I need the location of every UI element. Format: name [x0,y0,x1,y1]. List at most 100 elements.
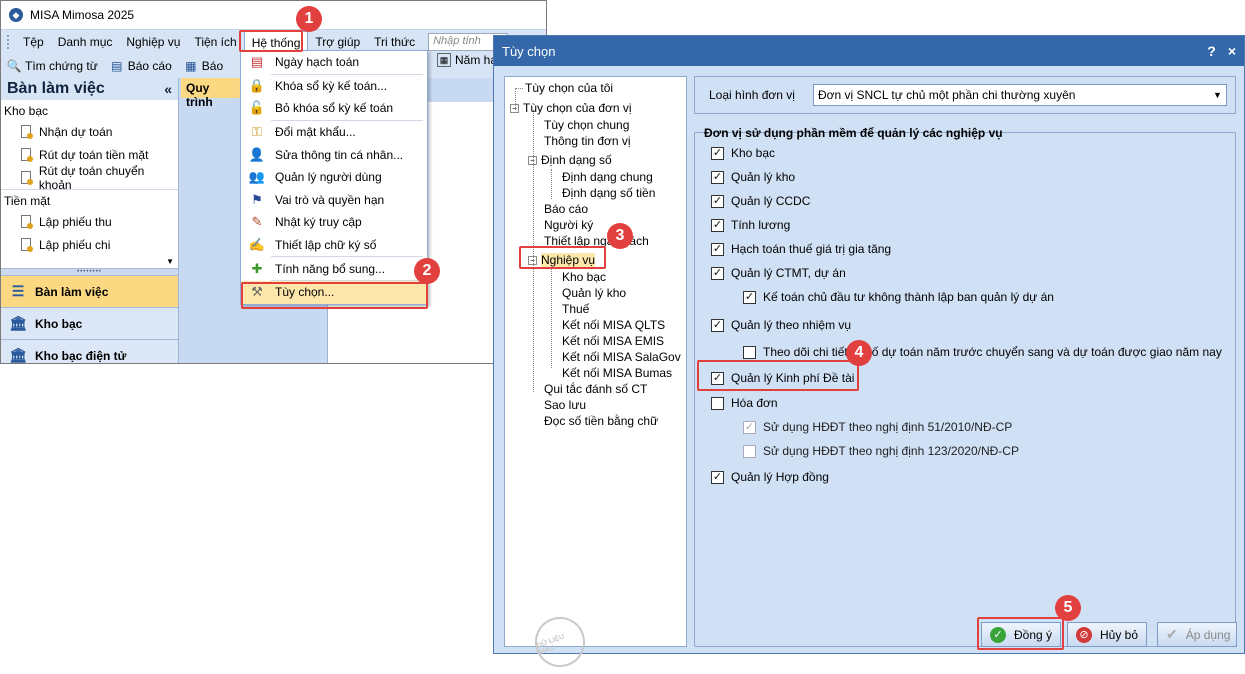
option-ccdc[interactable]: ✓ Quản lý CCDC [711,194,810,208]
close-icon[interactable]: × [1228,43,1236,59]
tree-item-budget-setup[interactable]: Thiết lập ngân sách [544,234,649,248]
option-budget-detail[interactable]: Theo dõi chi tiết từ số dự toán năm trướ… [743,345,1222,359]
panel-splitter[interactable]: •••••••• [1,268,178,276]
option-vat[interactable]: ✓ Hạch toán thuế giá trị gia tăng [711,242,891,256]
option-invoice[interactable]: Hóa đơn [711,396,778,410]
option-warehouse[interactable]: ✓ Quản lý kho [711,170,795,184]
scroll-down-icon[interactable]: ▼ [166,257,174,266]
checkbox[interactable]: ✓ [711,371,724,385]
tree-item-salagov[interactable]: Kết nối MISA SalaGov [562,350,681,364]
list-item[interactable]: Lập phiếu chi [1,233,178,256]
menu-item-roles[interactable]: ⚑ Vai trò và quyền hạn [241,189,427,212]
role-icon: ⚑ [251,191,263,207]
menu-item-options[interactable]: ⚒ Tùy chọn... [241,280,427,304]
tree-item-money-format[interactable]: Định dạng số tiền [562,186,655,200]
year-button[interactable]: ▦ Năm hạ [437,53,497,67]
ok-button[interactable]: ✓ Đồng ý [981,622,1061,647]
tree-item-signer[interactable]: Người ký [544,218,593,232]
checkbox[interactable]: ✓ [743,290,756,304]
checkbox: ✓ [743,420,756,434]
report-list-button[interactable]: ▦ Báo [184,59,223,73]
tree-item-numbering[interactable]: Qui tắc đánh số CT [544,382,647,396]
option-label: Sử dụng HĐĐT theo nghị định 51/2010/NĐ-C… [763,420,1013,434]
check-circle-icon: ✓ [990,626,1006,643]
checkbox[interactable]: ✓ [711,194,724,208]
option-label: Kế toán chủ đầu tư không thành lập ban q… [763,290,1054,304]
option-ctmt-project[interactable]: ✓ Quản lý CTMT, dự án [711,266,846,280]
nav-e-treasury[interactable]: 🏛 Kho bạc điện tử [1,340,178,363]
tree-item-warehouse[interactable]: Quản lý kho [562,286,626,300]
checkbox[interactable]: ✓ [711,242,724,256]
sample-data-stamp: DỮ LIỆU MẪU [527,609,593,674]
option-einvoice-123: Sử dụng HĐĐT theo nghị định 123/2020/NĐ-… [743,444,1019,458]
menu-item-digital-signature[interactable]: ✍ Thiết lập chữ ký số [241,234,427,257]
menu-item-label: Thiết lập chữ ký số [275,238,377,253]
menu-item-label: Tính năng bổ sung... [275,261,386,276]
checkbox[interactable]: ✓ [711,266,724,280]
menu-item-access-log[interactable]: ✎ Nhật ký truy cập [241,211,427,234]
menu-item-posting-date[interactable]: ▤ Ngày hạch toán [241,51,427,74]
menu-catalog[interactable]: Danh mục [51,31,120,53]
option-investor-accounting[interactable]: ✓ Kế toán chủ đầu tư không thành lập ban … [743,290,1054,304]
menu-item-addons[interactable]: ✚ Tính năng bổ sung... [241,257,427,280]
menu-file[interactable]: Tệp [16,31,51,53]
tree-item-treasury[interactable]: Kho bạc [562,270,606,284]
nav-treasury[interactable]: 🏛 Kho bạc [1,308,178,340]
tree-item-operations[interactable]: − Nghiệp vụ [528,253,596,267]
checkbox[interactable]: ✓ [711,218,724,232]
checkbox[interactable]: ✓ [711,318,724,332]
checkbox[interactable] [711,396,724,410]
tree-item-qlts[interactable]: Kết nối MISA QLTS [562,318,665,332]
checkbox[interactable] [743,345,756,359]
e-treasury-icon: 🏛 [9,347,27,363]
report-button[interactable]: ▤ Báo cáo [110,59,172,73]
grip-handle[interactable] [7,34,13,49]
cancel-button[interactable]: ⊘ Hủy bỏ [1067,622,1147,647]
list-item[interactable]: Lập phiếu thu [1,210,178,233]
collapse-toggle-icon[interactable]: − [528,256,537,265]
option-payroll[interactable]: ✓ Tính lương [711,218,790,232]
tree-item-bumas[interactable]: Kết nối MISA Bumas [562,366,672,380]
collapse-toggle-icon[interactable]: − [528,156,537,165]
menu-operations[interactable]: Nghiệp vụ [119,31,187,53]
option-einvoice-51: ✓ Sử dụng HĐĐT theo nghị định 51/2010/NĐ-… [743,420,1012,434]
tree-item-report[interactable]: Báo cáo [544,202,588,216]
menu-item-lock-period[interactable]: 🔒 Khóa sổ kỳ kế toán... [241,75,427,98]
unit-type-select[interactable]: Đơn vị SNCL tự chủ một phần chi thường x… [812,84,1227,106]
app-title: MISA Mimosa 2025 [30,8,135,22]
menu-item-change-password[interactable]: ⚿ Đổi mật khẩu... [241,121,427,144]
chevron-down-icon[interactable]: ▼ [1213,90,1222,100]
checkbox[interactable]: ✓ [711,146,724,160]
tree-item-unit-info[interactable]: Thông tin đơn vị [544,134,631,148]
option-treasury[interactable]: ✓ Kho bạc [711,146,775,160]
menu-item-unlock-period[interactable]: 🔓 Bỏ khóa sổ kỳ kế toán [241,97,427,120]
option-task-management[interactable]: ✓ Quản lý theo nhiệm vụ [711,318,851,332]
tree-item-unit-options[interactable]: − Tùy chọn của đơn vị [510,101,632,115]
tree-item-general[interactable]: Tùy chọn chung [544,118,629,132]
menu-item-user-management[interactable]: 👥 Quản lý người dùng [241,166,427,189]
tree-item-my-options[interactable]: Tùy chọn của tôi [525,81,613,95]
tab-process[interactable]: Quy trình [181,78,241,109]
checkbox[interactable]: ✓ [711,170,724,184]
menu-utilities[interactable]: Tiện ích [187,31,243,53]
tree-item-label: Nghiệp vụ [541,253,596,267]
menu-item-label: Quản lý người dùng [275,170,382,185]
option-contracts[interactable]: ✓ Quản lý Hợp đồng [711,470,829,484]
list-item[interactable]: Rút dự toán chuyển khoản [1,164,178,192]
tree-item-backup[interactable]: Sao lưu [544,398,586,412]
tree-item-tax[interactable]: Thuế [562,302,589,316]
option-research-funding[interactable]: ✓ Quản lý Kinh phí Đề tài [711,371,854,385]
find-voucher-button[interactable]: 🔍 Tìm chứng từ [7,59,98,73]
tree-item-emis[interactable]: Kết nối MISA EMIS [562,334,664,348]
tree-item-general-format[interactable]: Định dạng chung [562,170,653,184]
tree-item-amount-words[interactable]: Đọc số tiền bằng chữ [544,414,658,428]
collapse-toggle-icon[interactable]: − [510,104,519,113]
collapse-icon[interactable]: « [164,81,172,97]
menu-item-edit-profile[interactable]: 👤 Sửa thông tin cá nhân... [241,143,427,166]
checkbox[interactable]: ✓ [711,470,724,484]
nav-workspace[interactable]: ☰ Bàn làm việc [1,276,178,308]
tree-item-number-format[interactable]: − Định dạng số [528,153,612,167]
list-item[interactable]: Nhận dự toán [1,120,178,143]
help-icon[interactable]: ? [1207,43,1216,59]
signature-icon: ✍ [248,237,266,253]
